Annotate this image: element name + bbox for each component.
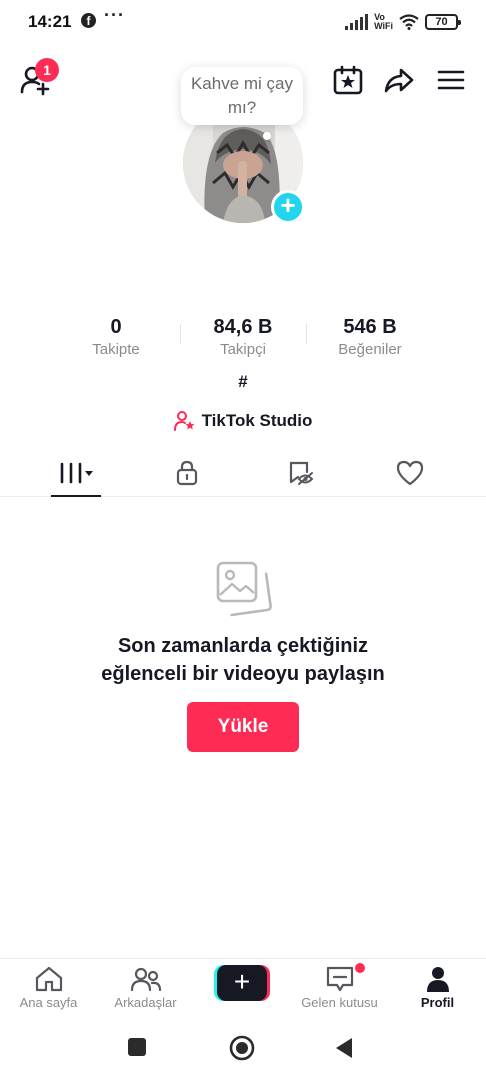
lock-icon [176, 460, 197, 486]
back-system-button[interactable] [334, 1037, 354, 1064]
likes-count: 546 B [343, 316, 397, 338]
nav-friends[interactable]: Arkadaşlar [97, 963, 194, 1019]
profile-icon [426, 967, 449, 992]
profile-stats: 0 Takipte 84,6 B Takipçi 546 B Beğeniler [0, 314, 486, 364]
tab-liked[interactable] [349, 449, 470, 497]
tab-reposts[interactable] [240, 449, 361, 497]
followers-stat[interactable]: 84,6 B Takipçi [178, 314, 308, 360]
status-bar: 14:21 f ··· Vo WiFi 70 [0, 0, 486, 44]
calendar-button[interactable] [332, 64, 364, 96]
more-notifications-icon: ··· [104, 5, 125, 25]
inbox-notification-dot [355, 963, 365, 973]
empty-state-title-line2: eğlenceli bir videoyu paylaşın [101, 663, 385, 685]
battery-icon: 70 [425, 14, 461, 30]
profile-note-bubble[interactable]: Kahve mi çay mı? [181, 67, 303, 125]
repost-eye-icon [289, 461, 313, 485]
nav-friends-label: Arkadaşlar [114, 995, 177, 1010]
nav-profile[interactable]: Profil [389, 963, 486, 1019]
facebook-icon: f [81, 13, 96, 28]
grid-bars-icon [60, 462, 93, 484]
wifi-icon [399, 14, 419, 30]
recent-apps-button[interactable] [127, 1037, 147, 1062]
create-button[interactable]: + [214, 965, 270, 1001]
nav-inbox-label: Gelen kutusu [301, 995, 378, 1010]
tiktok-studio-label: TikTok Studio [201, 411, 313, 430]
empty-state-title-line1: Son zamanlarda çektiğiniz [117, 635, 369, 657]
notification-badge: 1 [35, 58, 59, 82]
status-time: 14:21 [28, 12, 72, 31]
tab-videos[interactable] [15, 449, 136, 497]
following-stat[interactable]: 0 Takipte [51, 314, 181, 360]
heart-icon [396, 460, 423, 486]
upload-button[interactable]: Yükle [187, 702, 299, 752]
nav-home[interactable]: Ana sayfa [0, 963, 97, 1019]
system-navigation-bar [0, 1022, 486, 1080]
square-icon [128, 1038, 146, 1056]
profile-tabs [0, 449, 486, 497]
network-label: Vo WiFi [374, 13, 393, 31]
active-tab-indicator [51, 495, 101, 497]
likes-label: Beğeniler [338, 341, 402, 358]
tiktok-studio-link[interactable]: TikTok Studio [0, 408, 486, 434]
home-system-button[interactable] [229, 1035, 255, 1066]
plus-icon: + [217, 965, 267, 1001]
likes-stat[interactable]: 546 B Beğeniler [305, 314, 435, 360]
status-indicators: Vo WiFi 70 [345, 10, 461, 34]
menu-button[interactable] [436, 64, 466, 96]
back-triangle-icon [336, 1038, 352, 1058]
profile-note-tail [263, 132, 271, 140]
nav-profile-label: Profil [420, 995, 455, 1010]
photo-stack-icon [214, 559, 272, 617]
followers-label: Takipçi [220, 341, 266, 358]
circle-home-icon [229, 1035, 255, 1061]
network-label-bottom: WiFi [374, 21, 393, 31]
nav-home-label: Ana sayfa [19, 995, 78, 1010]
creator-star-icon [173, 411, 195, 431]
inbox-icon [326, 966, 353, 992]
menu-icon [437, 70, 465, 90]
calendar-star-icon [333, 65, 363, 95]
nav-inbox[interactable]: Gelen kutusu [291, 963, 388, 1019]
signal-icon [345, 14, 369, 30]
profile-bio: # [238, 372, 248, 391]
following-count: 0 [110, 316, 122, 338]
share-arrow-icon [384, 68, 414, 93]
share-profile-button[interactable] [383, 64, 415, 96]
empty-state-title: Son zamanlarda çektiğiniz eğlenceli bir … [0, 632, 486, 688]
tab-private[interactable] [126, 449, 247, 497]
home-icon [35, 966, 62, 992]
following-label: Takipte [92, 341, 140, 358]
friends-icon [130, 967, 161, 992]
followers-count: 84,6 B [213, 316, 273, 338]
add-story-button[interactable]: + [271, 190, 305, 224]
